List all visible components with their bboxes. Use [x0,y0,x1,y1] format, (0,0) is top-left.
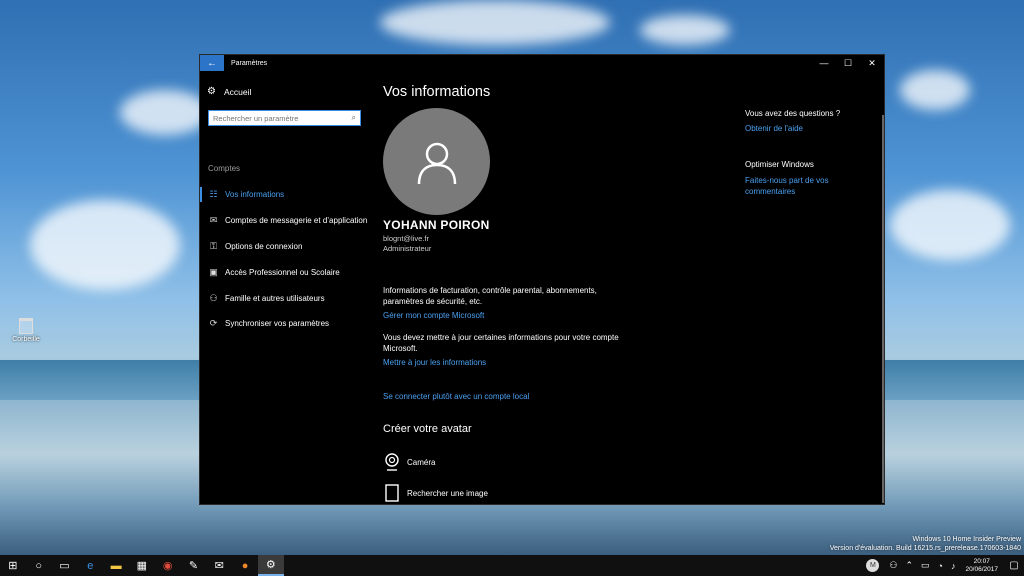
home-link[interactable]: ⚙ Accueil [207,86,251,97]
battery-icon[interactable]: ▭ [917,560,934,571]
start-icon[interactable]: ⊞ [0,555,26,576]
store-icon[interactable]: ▦ [129,555,155,576]
user-avatar[interactable]: M [866,559,880,572]
sidebar-item-label: Synchroniser vos paramètres [225,319,330,329]
main-content: Vos informations YOHANN POIRON blognt@li… [383,71,723,504]
build-watermark: Windows 10 Home Insider Preview Version … [830,535,1021,553]
paint-icon[interactable]: ✎ [181,555,207,576]
sidebar-item-sign-in-options[interactable]: ⚿ Options de connexion [200,234,372,260]
network-icon[interactable]: ◔ [934,561,947,571]
close-button[interactable]: ✕ [860,55,884,71]
gear-icon: ⚙ [207,86,216,97]
minimize-button[interactable]: — [812,55,836,71]
sidebar-item-sync[interactable]: ⟳ Synchroniser vos paramètres [200,311,372,337]
sync-icon: ⟳ [209,318,218,329]
system-tray: M ⚇ ⌃ ▭ ◔ ♪ 20:07 20/06/2017 ▢ [866,555,1024,576]
avatar-heading: Créer votre avatar [383,423,472,435]
cortana-icon[interactable]: ○ [26,555,52,576]
title-bar[interactable]: ← Paramètres — ☐ ✕ [200,55,884,71]
browse-image-label: Rechercher une image [407,488,488,498]
clock-date: 20/06/2017 [965,565,998,573]
sidebar-item-label: Accès Professionnel ou Scolaire [225,267,340,277]
sidebar-item-work-access[interactable]: ▣ Accès Professionnel ou Scolaire [200,259,372,285]
billing-text: Informations de facturation, contrôle pa… [383,286,597,306]
local-account-link[interactable]: Se connecter plutôt avec un compte local [383,392,529,401]
browse-image-option[interactable]: Rechercher une image [383,483,488,503]
recycle-bin-icon [19,318,33,334]
sidebar-item-label: Famille et autres utilisateurs [225,293,325,303]
sidebar-item-your-info[interactable]: ☷ Vos informations [200,182,372,208]
file-explorer-icon[interactable]: ▬ [103,555,129,576]
avatar [383,108,490,215]
notification-icon[interactable]: ▢ [1004,555,1024,576]
camera-icon [383,452,401,472]
watermark-line2: Version d'évaluation. Build 16215.rs_pre… [829,545,1021,552]
page-title: Vos informations [383,84,491,100]
user-silhouette-icon [417,142,456,184]
image-file-icon [383,483,401,503]
mail-icon[interactable]: ✉ [206,555,232,576]
feedback-link[interactable]: Faites-nous part de vos commentaires [745,175,855,197]
update-text: Vous devez mettre à jour certaines infor… [383,333,619,353]
user-role: Administrateur [383,244,432,253]
back-button[interactable]: ← [200,55,224,71]
nav-list: ☷ Vos informations ✉ Comptes de messager… [200,182,372,337]
sidebar-item-label: Comptes de messagerie et d’application [225,216,368,226]
window-title: Paramètres [231,59,268,67]
sidebar-item-email-accounts[interactable]: ✉ Comptes de messagerie et d’application [200,208,372,234]
recycle-bin-label: Corbeille [12,336,40,343]
help-link[interactable]: Obtenir de l'aide [745,123,855,134]
sidebar-item-family[interactable]: ⚇ Famille et autres utilisateurs [200,285,372,311]
key-icon: ⚿ [210,240,217,251]
watermark-line1: Windows 10 Home Insider Preview [912,536,1021,543]
mail-icon: ✉ [209,215,218,226]
volume-icon[interactable]: ♪ [947,561,960,571]
scrollbar[interactable] [882,115,884,503]
search-input[interactable] [213,113,352,123]
sidebar: ⚙ Accueil ⌕ Comptes ☷ Vos informations ✉… [200,71,372,504]
briefcase-icon: ▣ [209,266,218,277]
section-label: Comptes [208,164,241,173]
settings-window: ← Paramètres — ☐ ✕ ⚙ Accueil ⌕ Comptes ☷… [199,54,885,505]
settings-icon[interactable]: ⚙ [257,555,284,576]
task-view-icon[interactable]: ▭ [52,555,78,576]
chrome-icon[interactable]: ◉ [155,555,181,576]
improve-heading: Optimiser Windows [745,160,814,169]
edge-icon[interactable]: e [77,555,103,576]
family-icon: ⚇ [209,292,218,303]
chevron-up-icon[interactable]: ⌃ [901,560,917,571]
recycle-bin[interactable]: Corbeille [10,318,42,343]
sidebar-item-label: Options de connexion [225,241,303,251]
maximize-button[interactable]: ☐ [836,55,860,71]
home-label: Accueil [224,86,252,97]
clock-time: 20:07 [973,557,990,565]
user-email: blognt@live.fr [383,234,429,243]
camera-label: Caméra [407,457,436,467]
user-name: YOHANN POIRON [383,218,490,232]
taskbar: ⊞ ○ ▭ e ▬ ▦ ◉ ✎ ✉ ● ⚙ M ⚇ ⌃ ▭ ◔ ♪ 20:07 … [0,555,1024,576]
questions-heading: Vous avez des questions ? [745,109,841,118]
manage-account-link[interactable]: Gérer mon compte Microsoft [383,311,484,320]
firefox-icon[interactable]: ● [232,555,258,576]
sidebar-item-label: Vos informations [225,190,285,200]
update-info-link[interactable]: Mettre à jour les informations [383,358,486,367]
person-card-icon: ☷ [209,189,218,200]
people-icon[interactable]: ⚇ [885,560,901,571]
search-box[interactable]: ⌕ [208,110,361,126]
search-icon[interactable]: ⌕ [352,113,356,123]
camera-option[interactable]: Caméra [383,452,435,472]
clock[interactable]: 20:07 20/06/2017 [959,558,1004,574]
